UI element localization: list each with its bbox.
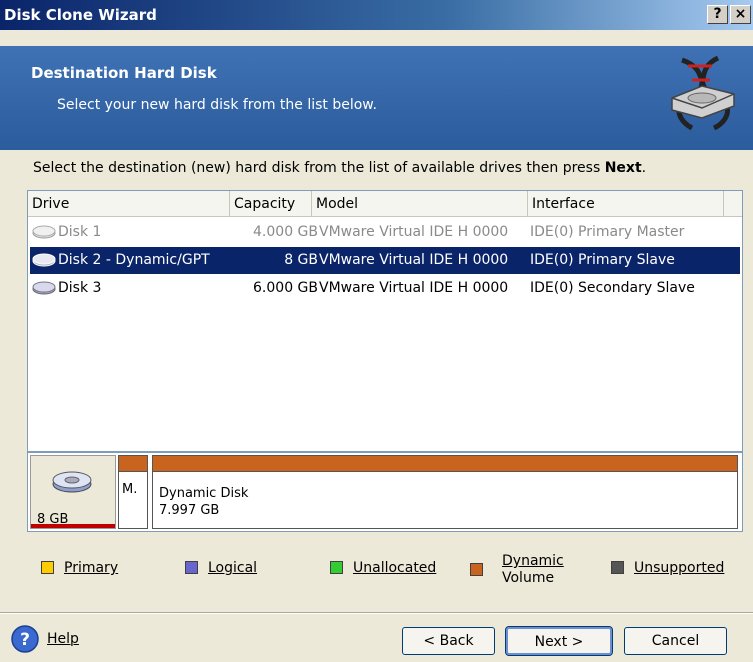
disk-clone-logo-icon (671, 55, 735, 131)
hard-disk-icon (32, 225, 56, 239)
column-header-drive[interactable]: Drive (28, 191, 230, 217)
legend-unallocated: Unallocated (330, 560, 436, 576)
destination-disk-list[interactable]: Drive Capacity Model Interface Disk 1 4.… (27, 190, 743, 452)
model-cell: VMware Virtual IDE H 0000 (319, 224, 509, 240)
legend-primary: Primary (41, 560, 118, 576)
column-header-interface[interactable]: Interface (528, 191, 724, 217)
partition-block-dynamic[interactable]: Dynamic Disk 7.997 GB (152, 455, 738, 529)
table-row[interactable]: Disk 3 6.000 GB VMware Virtual IDE H 000… (30, 275, 740, 302)
disk-layout-map: 8 GB M. Dynamic Disk 7.997 GB (27, 452, 743, 532)
logical-swatch-icon (185, 561, 198, 574)
disk-usage-bar (31, 524, 115, 528)
title-help-button[interactable]: ? (707, 5, 728, 24)
title-bar: Disk Clone Wizard ? × (0, 0, 753, 30)
column-header-capacity[interactable]: Capacity (230, 191, 312, 217)
cancel-button[interactable]: Cancel (624, 627, 727, 655)
wizard-header: Destination Hard Disk Select your new ha… (0, 46, 753, 150)
partition-label: M. (122, 482, 138, 497)
interface-cell: IDE(0) Secondary Slave (530, 280, 695, 296)
model-cell: VMware Virtual IDE H 0000 (319, 252, 509, 268)
partition-block-small[interactable]: M. (118, 455, 148, 529)
hard-disk-icon (32, 253, 56, 267)
svg-text:?: ? (20, 630, 30, 650)
hard-disk-icon (52, 471, 92, 493)
partition-color-bar (119, 456, 147, 472)
table-row[interactable]: Disk 1 4.000 GB VMware Virtual IDE H 000… (30, 219, 740, 246)
help-label[interactable]: Help (47, 631, 79, 647)
disk-summary: 8 GB (30, 455, 116, 529)
column-header-model[interactable]: Model (312, 191, 528, 217)
partition-name: Dynamic Disk (159, 486, 249, 501)
partition-color-bar (153, 456, 737, 472)
instruction-text: Select the destination (new) hard disk f… (33, 160, 647, 176)
list-header: Drive Capacity Model Interface (28, 191, 742, 217)
table-row[interactable]: Disk 2 - Dynamic/GPT 8 GB VMware Virtual… (30, 247, 740, 274)
next-button[interactable]: Next > (505, 626, 613, 656)
partition-size: 7.997 GB (159, 503, 220, 518)
legend-unsupported: Unsupported (611, 560, 724, 576)
footer-divider (0, 612, 753, 614)
window-title: Disk Clone Wizard (4, 6, 157, 24)
help-question-icon: ? (11, 625, 39, 653)
capacity-cell: 4.000 GB (253, 224, 318, 240)
interface-cell: IDE(0) Primary Slave (530, 252, 675, 268)
capacity-cell: 6.000 GB (253, 280, 318, 296)
legend-logical: Logical (185, 560, 257, 576)
dynamic-volume-swatch-icon (470, 563, 483, 576)
capacity-cell: 8 GB (284, 252, 318, 268)
title-close-button[interactable]: × (730, 5, 751, 24)
drive-cell: Disk 2 - Dynamic/GPT (32, 247, 210, 274)
drive-cell: Disk 3 (32, 275, 101, 302)
unsupported-swatch-icon (611, 561, 624, 574)
back-button[interactable]: < Back (402, 627, 495, 655)
unallocated-swatch-icon (330, 561, 343, 574)
interface-cell: IDE(0) Primary Master (530, 224, 685, 240)
header-title: Destination Hard Disk (31, 64, 217, 82)
model-cell: VMware Virtual IDE H 0000 (319, 280, 509, 296)
header-subtitle: Select your new hard disk from the list … (57, 97, 377, 113)
drive-cell: Disk 1 (32, 219, 101, 246)
hard-disk-icon (32, 281, 56, 295)
primary-swatch-icon (41, 561, 54, 574)
legend-dynamic-volume: Dynamic Volume (470, 553, 564, 586)
